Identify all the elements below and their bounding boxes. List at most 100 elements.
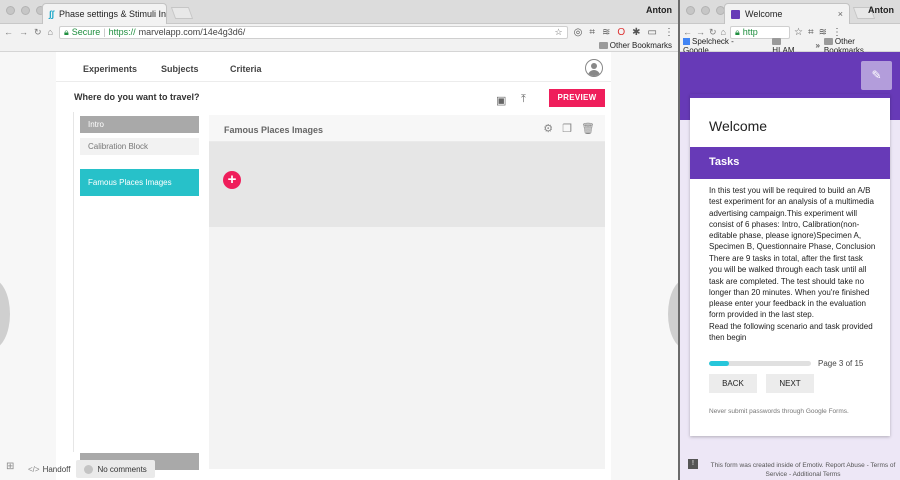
back-arrow-icon[interactable]: ← [4, 27, 13, 37]
next-button[interactable]: NEXT [766, 374, 814, 393]
duplicate-icon[interactable]: ❐ [562, 122, 572, 135]
sidebar-divider [73, 112, 74, 452]
panel-title: Famous Places Images [224, 125, 324, 135]
other-bookmarks[interactable]: Other Bookmarks [598, 41, 672, 50]
tab-bar: Welcome × Anton [680, 0, 900, 24]
crop-extension-icon[interactable]: ⌗ [808, 27, 814, 38]
google-form: ✎ Welcome Tasks In this test you will be… [680, 52, 900, 480]
other-bookmarks-label: Other Bookmarks [609, 41, 672, 50]
lock-icon: 🔒︎ [63, 26, 69, 37]
opera-extension-icon[interactable]: O [617, 27, 625, 38]
edit-pencil-icon[interactable]: ✎ [861, 61, 892, 90]
footer-text: This form was created inside of Emotiv. … [710, 462, 896, 478]
handoff-label: Handoff [42, 464, 71, 474]
tab-phase-settings[interactable]: ∫∫ Phase settings & Stimuli Intr × [42, 3, 167, 24]
layers-extension-icon[interactable]: ≋ [602, 27, 610, 38]
star-icon[interactable]: ☆ [555, 27, 563, 38]
forward-arrow-icon[interactable]: → [696, 27, 705, 37]
url-separator: | [103, 27, 106, 37]
page-indicator: Page 3 of 15 [818, 359, 864, 368]
nav-subjects[interactable]: Subjects [161, 64, 199, 74]
prev-screen-handle[interactable] [0, 279, 10, 349]
back-button[interactable]: BACK [709, 374, 757, 393]
url-scheme: http [742, 27, 758, 37]
marvel-app: Experiments Subjects Criteria Where do y… [0, 52, 678, 480]
forward-arrow-icon[interactable]: → [19, 27, 28, 37]
form-footer: ! This form was created inside of Emotiv… [680, 457, 900, 480]
bookmarks-bar: Other Bookmarks [0, 40, 678, 52]
more-bookmarks-icon[interactable]: » [815, 41, 819, 50]
window-controls[interactable] [6, 6, 45, 15]
phase-famous-places[interactable]: Famous Places Images [80, 169, 199, 196]
new-tab-button[interactable] [170, 7, 194, 19]
folder-icon [772, 37, 782, 45]
code-icon: </> [28, 464, 40, 474]
progress-fill [709, 361, 730, 366]
marvel-favicon-icon: ∫∫ [49, 9, 54, 19]
url-path: marvelapp.com/14e4g3d6/ [138, 27, 246, 37]
marvel-browser-window: ∫∫ Phase settings & Stimuli Intr × Anton… [0, 0, 678, 480]
bookmarks-bar: Spelcheck - Google... HLAM » Other Bookm… [680, 37, 900, 55]
folder-icon [823, 37, 833, 45]
handoff-button[interactable]: </> Handoff [28, 465, 70, 474]
back-arrow-icon[interactable]: ← [683, 27, 692, 37]
menu-dots-icon[interactable]: ⋮ [664, 27, 674, 38]
close-tab-icon[interactable]: × [838, 9, 843, 19]
profile-name[interactable]: Anton [646, 5, 672, 15]
phase-calibration[interactable]: Calibration Block [80, 138, 199, 155]
phase-label: Calibration Block [88, 142, 149, 151]
window-controls[interactable] [686, 6, 725, 15]
description-paragraph: Read the following scenario and task pro… [709, 322, 873, 343]
grid-icon[interactable]: ⊞ [6, 461, 22, 477]
reload-icon[interactable]: ↻ [34, 27, 42, 38]
phase-label: Famous Places Images [88, 178, 172, 187]
phase-intro[interactable]: Intro [80, 116, 199, 133]
panel-actions: ⚙ ❐ 🗑︎ [543, 122, 595, 135]
form-title: Welcome [709, 118, 768, 134]
section-header: Tasks [690, 147, 890, 179]
tab-title: Welcome [745, 9, 783, 19]
doc-icon [683, 37, 690, 45]
camera-extension-icon[interactable]: ◎ [574, 27, 583, 38]
add-stimulus-button[interactable]: + [223, 171, 241, 189]
folder-icon [598, 42, 608, 50]
settings-gear-icon[interactable]: ⚙ [543, 122, 553, 135]
user-avatar-icon[interactable] [585, 59, 603, 77]
phase-panel: Famous Places Images ⚙ ❐ 🗑︎ + [209, 115, 605, 469]
panel-header: Famous Places Images ⚙ ❐ 🗑︎ [209, 115, 605, 142]
prototype-screen: Experiments Subjects Criteria Where do y… [56, 52, 611, 480]
secure-label: Secure [71, 27, 101, 37]
upload-icon[interactable]: ⤒ [521, 93, 526, 106]
save-icon[interactable]: ▣ [496, 94, 506, 107]
trash-icon[interactable]: 🗑︎ [581, 122, 595, 135]
forms-favicon-icon [731, 9, 740, 19]
home-icon[interactable]: ⌂ [721, 27, 726, 37]
tab-title: Phase settings & Stimuli Intr [58, 9, 167, 19]
nav-criteria[interactable]: Criteria [230, 64, 262, 74]
comments-label: No comments [97, 464, 147, 474]
nav-experiments[interactable]: Experiments [83, 64, 137, 74]
card-accent [690, 94, 890, 98]
gform-browser-window: Welcome × Anton ← → ↻ ⌂ 🔒︎ http ☆ ⌗ ≋ ⋮ … [680, 0, 900, 480]
stimuli-area: + [209, 142, 605, 227]
tab-bar: ∫∫ Phase settings & Stimuli Intr × Anton [0, 0, 678, 24]
comment-bubble-icon [84, 464, 94, 474]
top-nav: Experiments Subjects Criteria [56, 52, 611, 82]
profile-name[interactable]: Anton [868, 5, 894, 15]
section-title: Tasks [709, 156, 740, 168]
crop-extension-icon[interactable]: ⌗ [589, 27, 595, 38]
phase-label: Intro [88, 120, 105, 129]
feedback-icon[interactable]: ! [688, 459, 698, 469]
next-screen-handle[interactable] [668, 279, 678, 349]
preview-button[interactable]: PREVIEW [549, 89, 605, 107]
address-bar[interactable]: 🔒︎ Secure | https://marvelapp.com/14e4g3… [58, 25, 568, 39]
marvel-bottom-bar: ⊞ </> Handoff No comments [0, 458, 155, 480]
browser-toolbar: ← → ↻ ⌂ 🔒︎ Secure | https://marvelapp.co… [0, 24, 678, 40]
tab-welcome[interactable]: Welcome × [724, 3, 850, 24]
comments-button[interactable]: No comments [76, 460, 155, 478]
form-card: Welcome Tasks In this test you will be r… [690, 94, 890, 436]
gear-extension-icon[interactable]: ✱ [632, 27, 640, 38]
home-icon[interactable]: ⌂ [48, 27, 53, 37]
cast-extension-icon[interactable]: ▭ [648, 27, 657, 38]
password-warning: Never submit passwords through Google Fo… [709, 408, 849, 415]
